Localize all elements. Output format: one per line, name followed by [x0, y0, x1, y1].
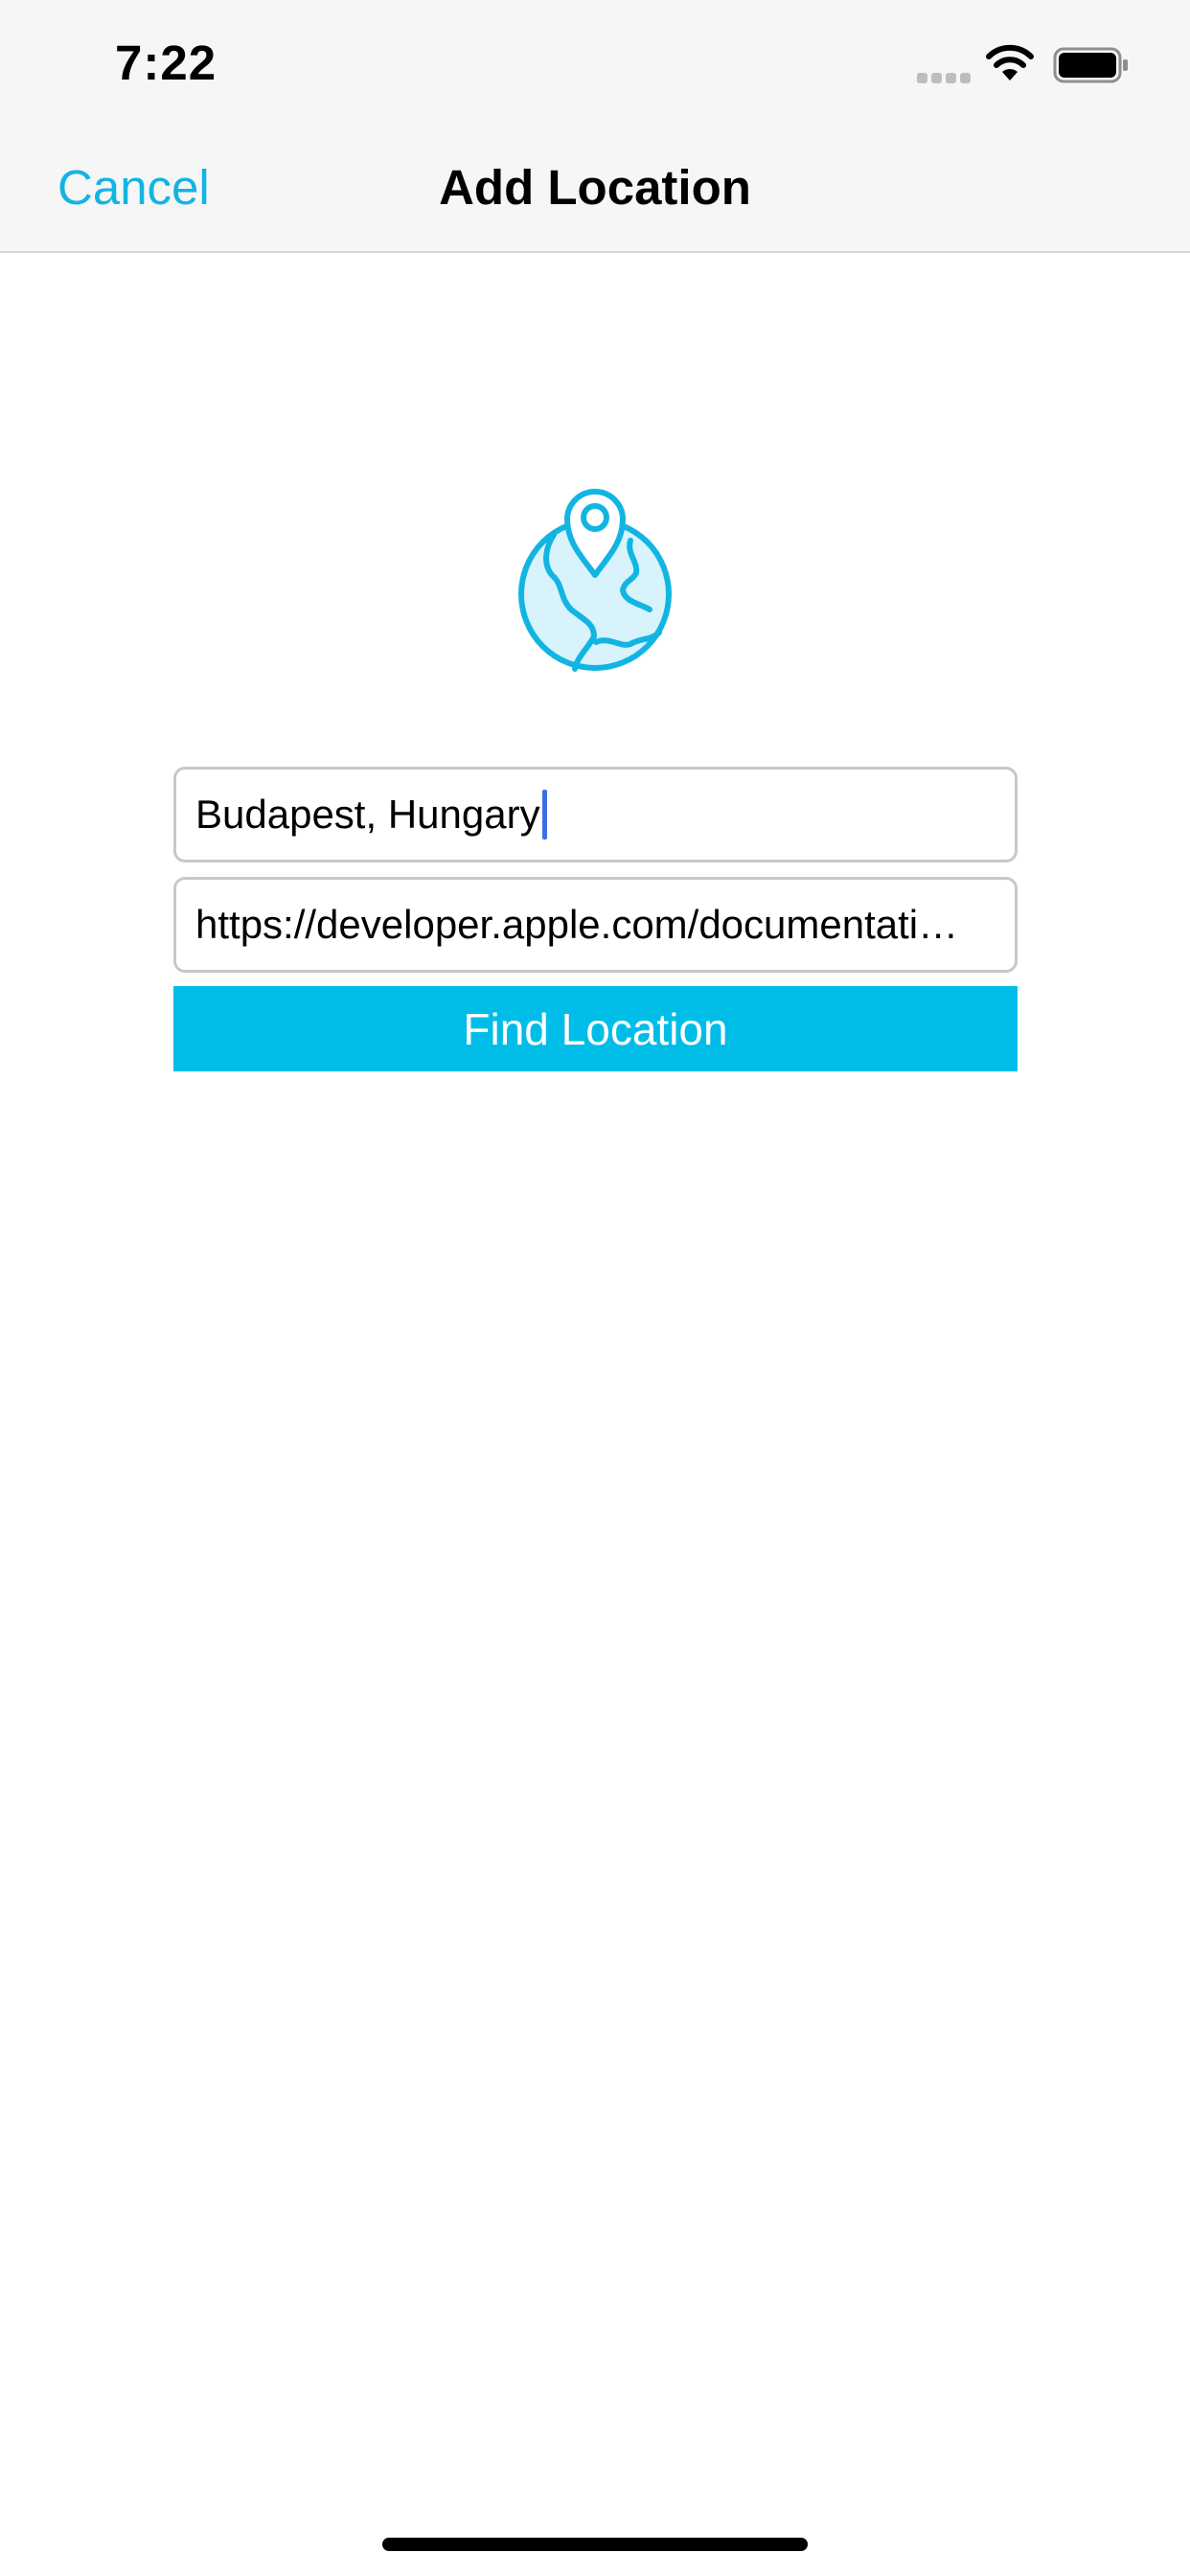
wifi-icon [986, 44, 1034, 80]
add-location-screen: 7:22 Cancel Add Location Budapest, Hunga… [0, 0, 1190, 2576]
find-location-button[interactable]: Find Location [173, 986, 1018, 1071]
url-input-value: https://developer.apple.com/documentati… [195, 902, 959, 947]
top-bar: 7:22 Cancel Add Location [0, 0, 1190, 253]
url-input[interactable]: https://developer.apple.com/documentati… [173, 877, 1018, 973]
battery-icon [1053, 47, 1128, 83]
text-cursor [541, 790, 547, 840]
location-input-value: Budapest, Hungary [195, 792, 540, 837]
status-time: 7:22 [115, 35, 217, 90]
page-title: Add Location [439, 160, 751, 215]
location-input[interactable]: Budapest, Hungary [173, 767, 1018, 862]
home-indicator[interactable] [382, 2538, 808, 2551]
cellular-signal-icon [917, 73, 971, 84]
globe-location-pin-icon [518, 489, 672, 672]
